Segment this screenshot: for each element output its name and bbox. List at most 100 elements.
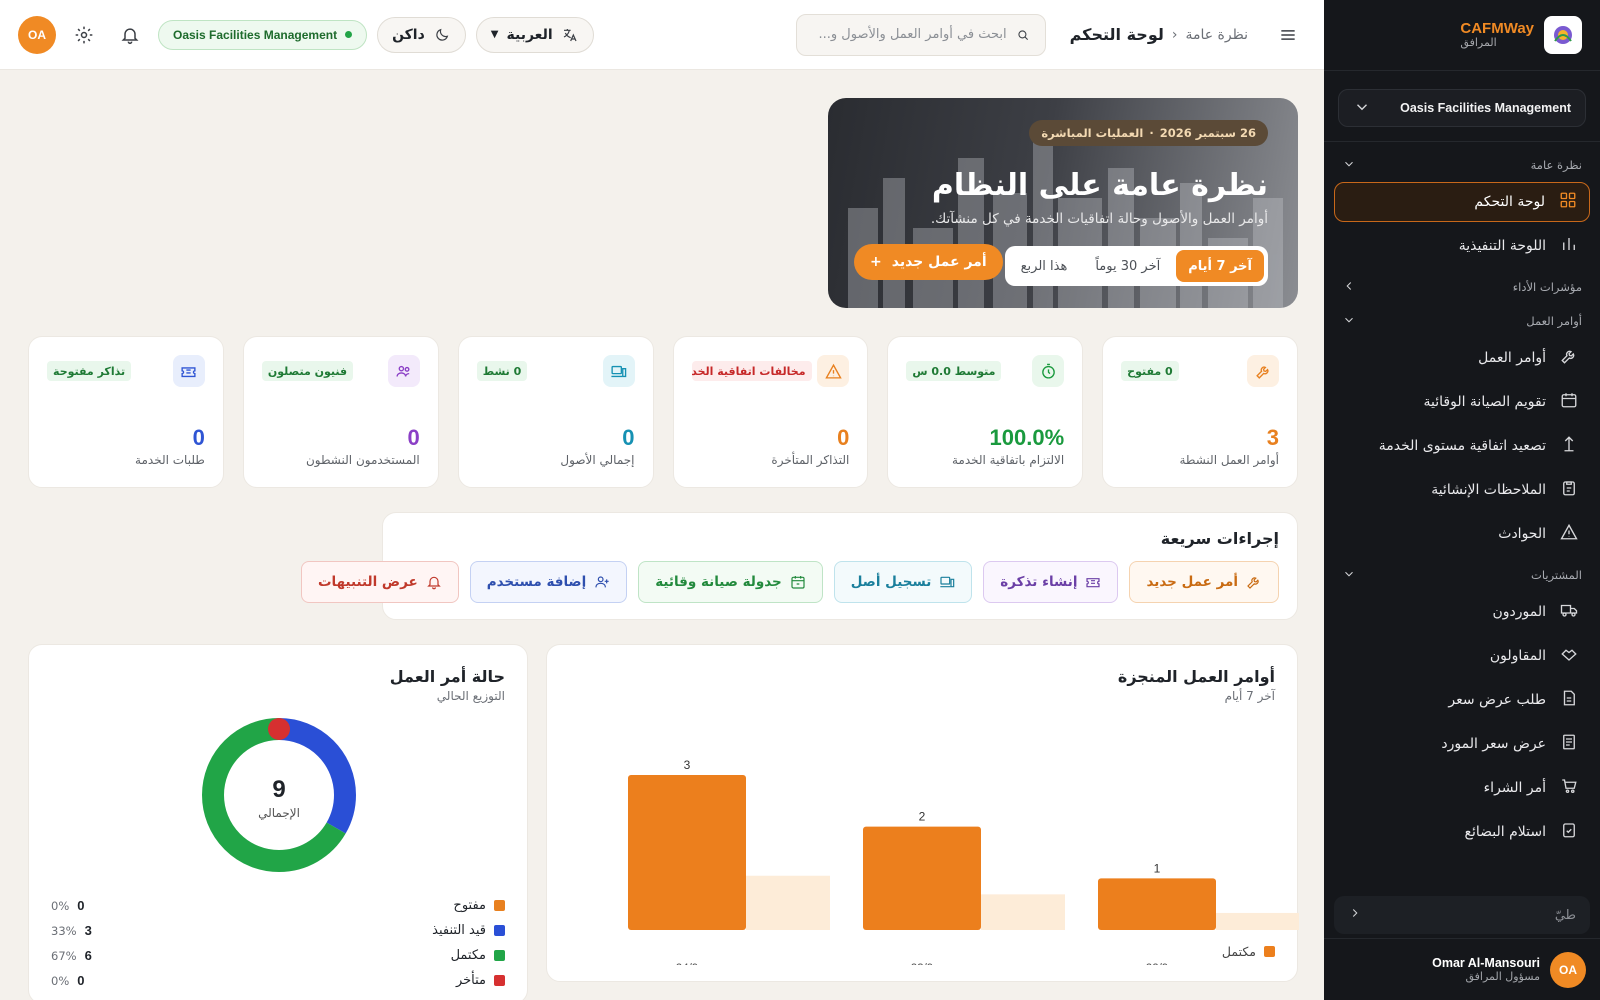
range-quarter[interactable]: هذا الربع (1009, 250, 1080, 282)
kpi-label: التذاكر المتأخرة (771, 453, 850, 467)
hero-tag: 26 سبتمبر 2026 · العمليات المباشرة (1029, 120, 1268, 146)
quick-action-label: جدولة صيانة وقائية (655, 574, 782, 590)
work-order-status-card: حالة أمر العمل التوزيع الحالي 9 الإجمالي … (28, 644, 528, 1000)
range-7-days[interactable]: آخر 7 أيام (1176, 250, 1264, 282)
chevron-down-icon (1342, 313, 1356, 330)
sidebar-item-purchase-order[interactable]: أمر الشراء (1334, 768, 1590, 808)
sidebar-collapse-button[interactable]: طيّ (1334, 896, 1590, 934)
handshake-icon (1560, 645, 1578, 667)
status-dot (345, 31, 353, 38)
kpi-badge: تذاكر مفتوحة (47, 361, 132, 381)
devices-icon (602, 355, 635, 387)
org-pill-label: Oasis Facilities Management (173, 27, 338, 42)
kpi-card-sla[interactable]: متوسط 0.0 س 100.0% الالتزام باتفاقية الخدم… (887, 336, 1084, 488)
user-name: Omar Al-Mansouri (1432, 956, 1540, 970)
status-swatch (494, 975, 505, 986)
sidebar-item-incidents[interactable]: الحوادث (1334, 514, 1590, 554)
kpi-badge: 0 نشط (476, 361, 528, 381)
breadcrumb: نظرة عامة ‹ لوحة التحكم (1070, 25, 1248, 44)
legend-swatch (1264, 946, 1275, 957)
kpi-card-tickets[interactable]: تذاكر مفتوحة 0 طلبات الخدمة (28, 336, 224, 488)
gear-icon[interactable] (66, 17, 102, 53)
clipboard-check-icon (1560, 821, 1578, 843)
menu-icon[interactable] (1270, 17, 1306, 53)
org-status-pill[interactable]: Oasis Facilities Management (158, 19, 368, 50)
sidebar-item-contractors[interactable]: المقاولون (1334, 636, 1590, 676)
quick-actions-row: أمر عمل جديد إنشاء تذكرة تسجيل أصل جدولة صي… (300, 561, 1279, 603)
kpi-label: المستخدمون النشطون (305, 453, 420, 467)
kpi-card-active_wo[interactable]: 0 مفتوح 3 أوامر العمل النشطة (1102, 336, 1298, 488)
sidebar-item-supplier-quote[interactable]: عرض سعر المورد (1334, 724, 1590, 764)
sidebar-group-procurement[interactable]: المشتريات (1324, 562, 1600, 588)
chevron-down-icon (1353, 98, 1371, 119)
sidebar-item-pm-calendar[interactable]: تقويم الصيانة الوقائية (1334, 382, 1590, 422)
sidebar-item-label: طلب عرض سعر (1448, 692, 1546, 708)
quick-action-button[interactable]: تسجيل أصل (833, 561, 973, 603)
sidebar-item-label: أمر الشراء (1483, 780, 1546, 796)
plus-icon: + (870, 254, 882, 270)
topbar-avatar[interactable]: OA (18, 15, 56, 54)
new-work-order-button[interactable]: أمر عمل جديد + (854, 244, 1003, 280)
quick-action-label: عرض التنبيهات (317, 574, 418, 590)
theme-toggle[interactable]: داكن (377, 16, 466, 53)
page-title: لوحة التحكم (1069, 25, 1164, 44)
status-count: 0 (77, 973, 85, 988)
bell-icon (426, 576, 441, 590)
quick-action-button[interactable]: عرض التنبيهات (300, 561, 459, 603)
hero-title: نظرة عامة على النظام (931, 168, 1268, 203)
sidebar-group-kpis[interactable]: مؤشرات الأداء (1324, 274, 1600, 300)
user-plus-icon (595, 576, 609, 588)
status-count: 3 (84, 923, 92, 938)
sidebar-user[interactable]: OA Omar Al-Mansouri مسؤول المرافق (1324, 938, 1600, 1000)
status-percent: 0% (51, 973, 70, 988)
sidebar-item-executive[interactable]: اللوحة التنفيذية (1334, 226, 1590, 266)
search-input[interactable]: ابحث في أوامر العمل والأصول و... (795, 13, 1046, 56)
caret-down-icon: ▼ (490, 29, 499, 40)
hero-live-label: العمليات المباشرة (1041, 126, 1144, 140)
bar-22/9[interactable] (1098, 878, 1216, 930)
calendar-icon (791, 576, 805, 589)
status-swatch (494, 950, 505, 961)
kpi-card-users[interactable]: فنيون متصلون 0 المستخدمون النشطون (242, 336, 439, 488)
quick-action-button[interactable]: إنشاء تذكرة (983, 561, 1119, 603)
sidebar-group-label: مؤشرات الأداء (1512, 280, 1582, 294)
bar-value-label: 1 (1154, 861, 1161, 875)
status-swatch (494, 900, 505, 911)
sidebar-item-label: المقاولون (1489, 648, 1546, 664)
kpi-card-overdue[interactable]: مخالفات اتفاقية الخدمة 0 التذاكر المتأخرة (672, 336, 869, 488)
dashboard-grid-icon (1559, 191, 1577, 213)
sidebar-item-label: استلام البضائع (1464, 824, 1546, 840)
kpi-card-assets[interactable]: 0 نشط 0 إجمالي الأصول (457, 336, 654, 488)
sidebar-item-goods-receipt[interactable]: استلام البضائع (1334, 812, 1590, 852)
status-row: متأخر 0% 0 (51, 968, 505, 993)
status-row: قيد التنفيذ 33% 3 (51, 918, 505, 943)
bell-icon[interactable] (112, 17, 148, 53)
sidebar-item-rfq[interactable]: طلب عرض سعر (1334, 680, 1590, 720)
sidebar-group-workorders[interactable]: أوامر العمل (1324, 308, 1600, 334)
sidebar-item-work-orders[interactable]: أوامر العمل (1334, 338, 1590, 378)
language-label: العربية (506, 26, 553, 43)
wrench-icon (1247, 577, 1259, 589)
status-label: قيد التنفيذ (432, 923, 486, 938)
sidebar: CAFMWay المرافق Oasis Facilities Managem… (1324, 0, 1600, 1000)
range-30-days[interactable]: آخر 30 يوماً (1083, 250, 1172, 282)
quick-actions-title: إجراءات سريعة (1160, 529, 1279, 548)
status-percent: 0% (51, 898, 70, 913)
bar-24/9[interactable] (628, 775, 746, 930)
sidebar-item-suppliers[interactable]: الموردون (1334, 592, 1590, 632)
sidebar-group-overview[interactable]: نظرة عامة (1324, 152, 1600, 178)
sidebar-item-label: الحوادث (1498, 526, 1546, 542)
breadcrumb-parent[interactable]: نظرة عامة (1185, 27, 1248, 43)
quick-action-button[interactable]: أمر عمل جديد (1129, 561, 1279, 603)
org-selector[interactable]: Oasis Facilities Management (1338, 89, 1586, 127)
bar-23/9[interactable] (863, 826, 981, 930)
x-tick-label: 23/9 (911, 963, 933, 965)
donut-title: حالة أمر العمل (389, 667, 505, 686)
sidebar-item-sla-escalation[interactable]: تصعيد اتفاقية مستوى الخدمة (1334, 426, 1590, 466)
sidebar-item-structural-notes[interactable]: الملاحظات الإنشائية (1334, 470, 1590, 510)
quick-action-button[interactable]: جدولة صيانة وقائية (638, 561, 823, 603)
calendar-icon (1560, 391, 1578, 413)
quick-action-button[interactable]: إضافة مستخدم (469, 561, 628, 603)
sidebar-item-dashboard[interactable]: لوحة التحكم (1334, 182, 1590, 222)
language-select[interactable]: ▼ العربية (475, 16, 594, 53)
